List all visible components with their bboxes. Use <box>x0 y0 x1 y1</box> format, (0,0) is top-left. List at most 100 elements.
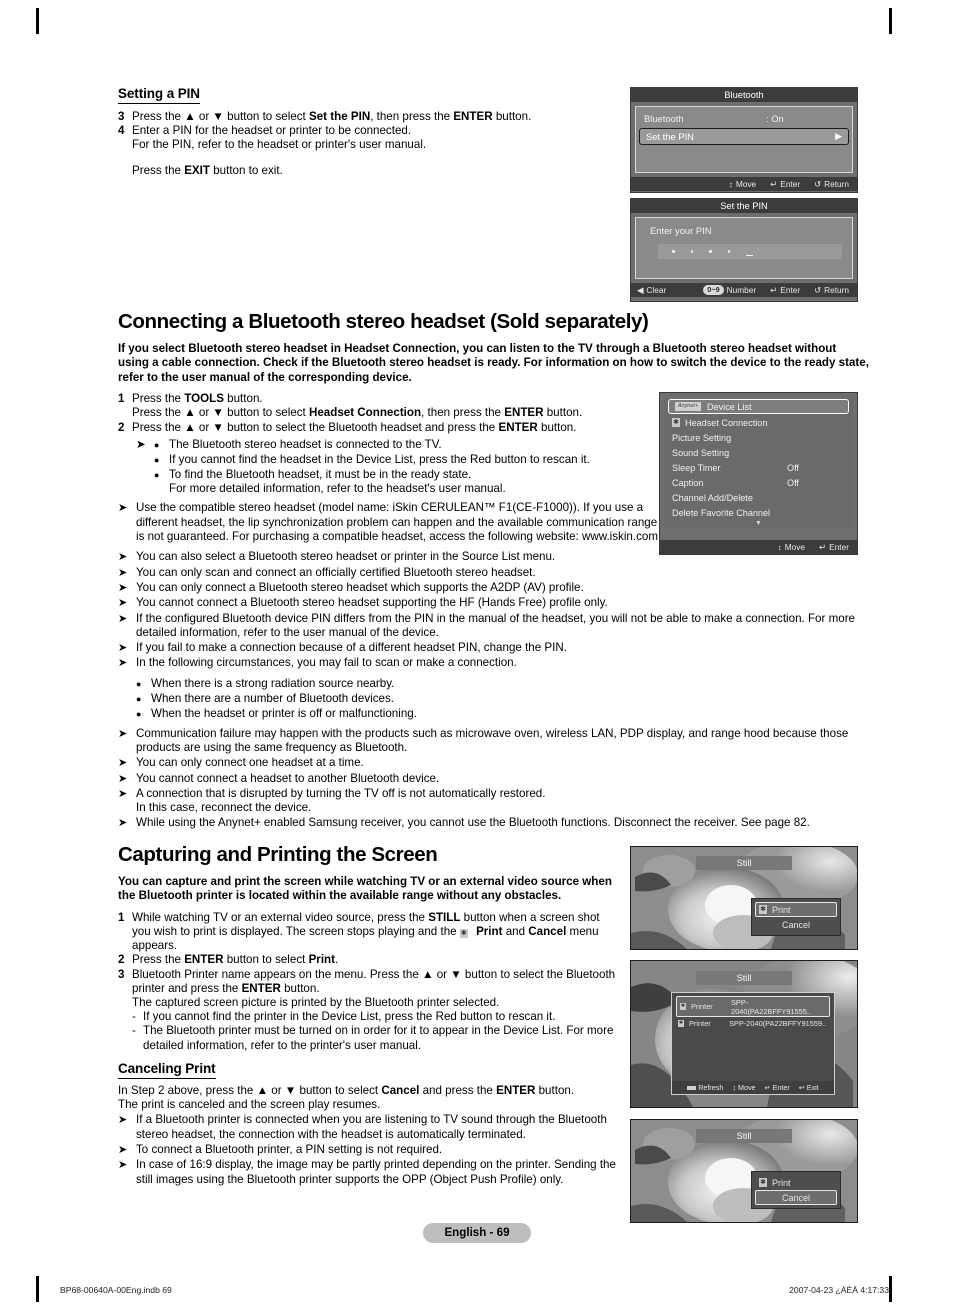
device-name: SPP-2040(PA22BFFY91555.. <box>731 997 811 1016</box>
step-row: 1 While watching TV or an external video… <box>118 911 618 954</box>
device-row[interactable]: ✱ Printer SPP-2040(PA22BFFY91555.. <box>676 996 830 1017</box>
arrow-icon: ➤ <box>118 581 128 594</box>
arrow-icon: ➤ <box>118 1159 128 1172</box>
menu-item-sleep-timer[interactable]: Sleep Timer Off <box>664 460 853 475</box>
footer-refresh: Refresh <box>687 1083 723 1092</box>
footer-label: Refresh <box>698 1083 724 1092</box>
dash-text: The Bluetooth printer must be turned on … <box>143 1024 614 1052</box>
footer-label: Return <box>824 285 849 295</box>
note-row: ➤ A connection that is disrupted by turn… <box>118 787 870 816</box>
step-row: 4 Enter a PIN for the headset or printer… <box>118 124 618 152</box>
screenshot-still-cancel: Still ✱ Print Cancel <box>630 1119 858 1223</box>
dash-row: - If you cannot find the printer in the … <box>132 1010 618 1024</box>
bullet-text: The Bluetooth stereo headset is connecte… <box>169 437 442 451</box>
step-row: 3 Press the ▲ or ▼ button to select Set … <box>118 110 618 124</box>
menu-item-cancel[interactable]: Cancel <box>755 1190 837 1205</box>
screenshot-printer-list: Still ✱ Printer SPP-2040(PA22BFFY91555..… <box>630 960 858 1108</box>
footer-move: ↕ Move <box>778 542 805 552</box>
footer-label: Exit <box>806 1083 819 1092</box>
menu-item-delete-favorite-channel[interactable]: Delete Favorite Channel <box>664 505 853 520</box>
arrow-icon: ➤ <box>118 757 128 770</box>
still-label: Still <box>696 1129 792 1143</box>
step-number: 3 <box>118 967 125 981</box>
menu-item-headset-connection[interactable]: ✱ Headset Connection <box>664 415 853 430</box>
headset-intro: If you select Bluetooth stereo headset i… <box>118 342 869 384</box>
menu-item-caption[interactable]: Caption Off <box>664 475 853 490</box>
enter-icon: ↵ <box>819 541 827 552</box>
pin-dot-icon <box>709 250 712 253</box>
updown-icon: ↕ <box>732 1083 736 1092</box>
menu-item-device-list[interactable]: Anynet+ Device List <box>668 399 849 414</box>
screenshot-still-print: Still ✱ Print Cancel <box>630 846 858 950</box>
footer-move: ↕ Move <box>732 1083 755 1092</box>
footer-enter: ↵ Enter <box>819 542 849 553</box>
bullet-icon: ● <box>154 439 160 450</box>
note-text: Use the compatible stereo headset (model… <box>136 501 658 544</box>
menu-item-print[interactable]: ✱ Print <box>755 902 837 917</box>
bluetooth-icon: ✱ <box>759 1178 767 1187</box>
step-number: 1 <box>118 392 125 406</box>
capture-intro: You can capture and print the screen whi… <box>118 875 612 903</box>
menu-item-sound-setting[interactable]: Sound Setting <box>664 445 853 460</box>
bluetooth-state-label: Bluetooth <box>644 113 684 124</box>
crop-mark-bottom-right <box>889 1276 892 1302</box>
crop-mark-top-right <box>889 8 892 34</box>
note-text: You can only connect one headset at a ti… <box>136 756 364 770</box>
pin-prompt: Enter your PIN <box>650 225 712 236</box>
device-row[interactable]: ✱ Printer SPP-2040(PA22BFFY91559.. <box>674 1017 832 1029</box>
note-text: You cannot connect a Bluetooth stereo he… <box>136 596 608 610</box>
bluetooth-state-row: Bluetooth : On <box>636 110 852 127</box>
menu-item-channel-add-delete[interactable]: Channel Add/Delete <box>664 490 853 505</box>
arrow-icon: ➤ <box>118 1114 128 1127</box>
note-row: ➤ If a Bluetooth printer is connected wh… <box>118 1113 618 1142</box>
note-text: In case of 16:9 display, the image may b… <box>136 1158 616 1186</box>
menu-item-value: Off <box>787 477 799 488</box>
chevron-right-icon: ▶ <box>835 131 842 141</box>
print-cancel-menu: ✱ Print Cancel <box>751 1171 841 1209</box>
section-capturing: Capturing and Printing the Screen You ca… <box>118 843 618 1053</box>
arrow-icon: ➤ <box>136 437 146 451</box>
bullet-text: When there are a number of Bluetooth dev… <box>151 691 394 705</box>
note-row: ➤ You cannot connect a Bluetooth stereo … <box>118 596 870 610</box>
enter-icon: ↵ <box>764 1083 771 1092</box>
note-text: If the configured Bluetooth device PIN d… <box>136 611 855 639</box>
footer-label: Enter <box>772 1083 790 1092</box>
menu-item-label: Cancel <box>781 919 810 930</box>
osd-tools-menu: Anynet+ Device List ✱ Headset Connection… <box>659 392 858 555</box>
scroll-down-icon[interactable]: ▼ <box>664 520 853 528</box>
bullet-text: When the headset or printer is off or ma… <box>151 706 417 720</box>
device-list-footer: Refresh ↕ Move ↵ Enter ↩ Exit <box>672 1081 834 1094</box>
menu-item-label: Channel Add/Delete <box>672 492 753 503</box>
osd-title: Bluetooth <box>631 88 857 102</box>
note-row: ➤ If you fail to make a connection becau… <box>118 641 870 655</box>
menu-item-label: Cancel <box>781 1192 810 1203</box>
bullet-row: ● If you cannot find the headset in the … <box>154 453 658 468</box>
footer-enter: ↵ Enter <box>765 1083 790 1092</box>
bullet-icon: ● <box>136 693 142 704</box>
osd-bluetooth-panel: Bluetooth Bluetooth : On Set the PIN ▶ ↕… <box>630 87 858 193</box>
note-text: A connection that is disrupted by turnin… <box>136 786 546 815</box>
arrow-icon: ➤ <box>118 727 128 740</box>
step-number: 1 <box>118 910 125 924</box>
device-type: Printer <box>689 1018 711 1028</box>
footer-clear: ◀ Clear <box>637 285 666 295</box>
arrow-icon: ➤ <box>118 566 128 579</box>
menu-item-cancel[interactable]: Cancel <box>755 917 837 932</box>
step-number: 4 <box>118 124 125 138</box>
exit-note: Press the EXIT button to exit. <box>132 163 283 177</box>
note-text: If a Bluetooth printer is connected when… <box>136 1113 607 1141</box>
return-icon: ↺ <box>814 179 822 189</box>
menu-item-picture-setting[interactable]: Picture Setting <box>664 430 853 445</box>
menu-item-print[interactable]: ✱ Print <box>755 1175 837 1190</box>
footer-enter: ↵ Enter <box>770 285 800 296</box>
bullet-row: ● When there is a strong radiation sourc… <box>136 677 870 692</box>
osd-item-set-the-pin[interactable]: Set the PIN ▶ <box>639 128 849 145</box>
note-row: ➤ Use the compatible stereo headset (mod… <box>118 501 658 544</box>
note-row: ➤ You cannot connect a headset to anothe… <box>118 772 870 786</box>
arrow-icon: ➤ <box>118 657 128 670</box>
bluetooth-icon: ✱ <box>678 1019 684 1027</box>
pin-input[interactable] <box>658 244 842 259</box>
footer-label: Number <box>726 285 757 295</box>
note-row: ➤ You can only scan and connect an offic… <box>118 566 870 580</box>
step-text: Press the ENTER button to select Print. <box>132 953 339 967</box>
